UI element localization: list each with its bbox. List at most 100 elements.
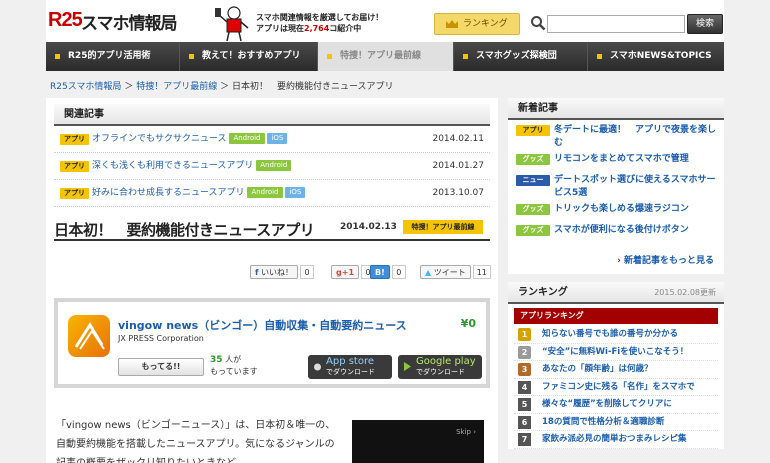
ranking-title: 知らない番号でも誰の番号か分かる bbox=[542, 329, 679, 339]
new-article-item[interactable]: アプリ 冬デートに最適！ アプリで夜景を楽しむ bbox=[514, 124, 718, 150]
main-content: 関連記事 アプリ オフラインでもサクサクニュース Android iOS 201… bbox=[46, 98, 498, 463]
related-title[interactable]: オフラインでもサクサクニュース Android iOS bbox=[92, 126, 288, 153]
goods-tag: グッズ bbox=[516, 204, 550, 215]
nav-item-recommended-apps[interactable]: 教えて！おすすめアプリ bbox=[180, 42, 318, 71]
facebook-like[interactable]: f いいね！ 0 bbox=[250, 265, 315, 279]
related-date: 2014.01.27 bbox=[432, 161, 484, 171]
article-title: 日本初！ 要約機能付きニュースアプリ bbox=[54, 221, 315, 239]
logo-text[interactable]: スマホ情報局 bbox=[81, 9, 177, 34]
hatena-label: B! bbox=[375, 268, 385, 277]
search-icon bbox=[531, 16, 546, 31]
ranking-heading-label: ランキング bbox=[518, 287, 568, 298]
breadcrumb-current: 日本初！ 要約機能付きニュースアプリ bbox=[231, 82, 394, 92]
rank-badge: 2 bbox=[518, 345, 531, 359]
nav-bullet-icon bbox=[189, 54, 194, 59]
breadcrumb-separator: ＞ bbox=[220, 82, 232, 92]
app-ranking-tab[interactable]: アプリランキング bbox=[514, 308, 718, 324]
related-date: 2014.02.11 bbox=[432, 134, 484, 144]
rank-badge: 5 bbox=[518, 398, 531, 411]
ios-tag: iOS bbox=[285, 187, 306, 198]
title-divider bbox=[54, 239, 490, 241]
owners-count: 35 人が もっています bbox=[210, 354, 258, 378]
new-articles-box: 新着記事 アプリ 冬デートに最適！ アプリで夜景を楽しむ グッズ リモコンをまとめて… bbox=[508, 98, 724, 274]
new-article-item[interactable]: グッズ トリックも楽しめる爆速ラジコン bbox=[514, 203, 718, 221]
site-tagline: スマホ関連情報を厳選してお届け！ アプリは現在2,764コ紹介中 bbox=[256, 12, 383, 34]
ranking-title: ファミコン史に残る「名作」をスマホで bbox=[542, 381, 695, 392]
gplay-label: Google play bbox=[416, 356, 476, 367]
nav-bullet-icon bbox=[597, 54, 602, 59]
nav-item-r25-app-tips[interactable]: R25的アプリ活用術 bbox=[46, 42, 180, 71]
ranking-item[interactable]: 3 あなたの「顔年齢」は何歳？ bbox=[514, 361, 718, 379]
rank-badge: 1 bbox=[518, 328, 531, 341]
ranking-item[interactable]: 1 知らない番号でも誰の番号か分かる bbox=[514, 326, 718, 344]
breadcrumb-home[interactable]: R25スマホ情報局 bbox=[50, 82, 121, 92]
android-tag: Android bbox=[247, 187, 283, 198]
ranking-button[interactable]: ランキング bbox=[434, 13, 520, 35]
ranking-item[interactable]: 7 家飲み派必見の簡単おつまみレシピ集 bbox=[514, 431, 718, 449]
app-name[interactable]: vingow news（ビンゴー）自動収集・自動要約ニュース bbox=[118, 317, 407, 333]
related-row[interactable]: アプリ オフラインでもサクサクニュース Android iOS 2014.02.… bbox=[54, 126, 490, 153]
facebook-like-button[interactable]: f いいね！ bbox=[250, 265, 299, 279]
owners-line2: もっています bbox=[210, 367, 258, 376]
apple-icon bbox=[314, 363, 321, 371]
ranking-heading: ランキング 2015.02.08更新 bbox=[508, 282, 724, 304]
hatena-bookmark[interactable]: B! 0 bbox=[370, 265, 406, 279]
related-row[interactable]: アプリ 好みに合わせ成長するニュースアプリ Android iOS 2013.1… bbox=[54, 180, 490, 207]
tweet-button[interactable]: ▲ ツイート bbox=[420, 265, 471, 279]
nav-item-goods[interactable]: スマホグッズ探検団 bbox=[454, 42, 588, 71]
google-plus-button[interactable]: g+1 bbox=[331, 265, 360, 279]
tagline-suffix: コ紹介中 bbox=[329, 24, 362, 33]
app-icon[interactable] bbox=[68, 315, 110, 357]
sidebar: 新着記事 アプリ 冬デートに最適！ アプリで夜景を楽しむ グッズ リモコンをまとめて… bbox=[508, 98, 724, 463]
app-tag: アプリ bbox=[60, 188, 89, 199]
ranking-item[interactable]: 2 “安全”に無料Wi-Fiを使いこなそう！ bbox=[514, 344, 718, 361]
arrow-right-icon: › bbox=[617, 256, 621, 266]
breadcrumb-separator: ＞ bbox=[124, 82, 137, 92]
category-badge[interactable]: 特捜！アプリ最前線 bbox=[403, 220, 483, 234]
tagline-prefix: アプリは現在 bbox=[256, 24, 304, 33]
ranking-item[interactable]: 4 ファミコン史に残る「名作」をスマホで bbox=[514, 379, 718, 396]
rank-badge: 4 bbox=[518, 380, 531, 394]
video-skip[interactable]: Skip › bbox=[456, 428, 476, 436]
nav-item-news-topics[interactable]: スマホNEWS&TOPICS bbox=[588, 42, 724, 71]
related-title[interactable]: 好みに合わせ成長するニュースアプリ Android iOS bbox=[92, 180, 306, 207]
video-ad[interactable]: Skip › bbox=[352, 420, 484, 463]
ranking-item[interactable]: 5 様々な“履歴”を削除してクリアに bbox=[514, 396, 718, 414]
have-it-button[interactable]: もってる!! bbox=[118, 358, 204, 376]
nav-item-app-frontline[interactable]: 特捜！アプリ最前線 bbox=[318, 42, 454, 71]
new-article-title: デートスポット選びに使えるスマホサービス5選 bbox=[554, 175, 716, 198]
logo-r25[interactable]: R25 bbox=[48, 9, 83, 32]
owners-number: 35 bbox=[210, 355, 223, 365]
breadcrumb-category[interactable]: 特捜！アプリ最前線 bbox=[136, 82, 217, 92]
owners-unit: 人が bbox=[225, 355, 242, 364]
new-articles-heading: 新着記事 bbox=[508, 98, 724, 120]
ranking-title: 様々な“履歴”を削除してクリアに bbox=[542, 399, 672, 409]
main-nav: R25的アプリ活用術 教えて！おすすめアプリ 特捜！アプリ最前線 スマホグッズ探… bbox=[46, 42, 724, 71]
more-link-label: 新着記事をもっと見る bbox=[623, 256, 714, 266]
nav-bullet-icon bbox=[463, 54, 468, 59]
ranking-box: ランキング 2015.02.08更新 アプリランキング 1 知らない番号でも誰の番… bbox=[508, 282, 724, 449]
google-play-icon bbox=[404, 362, 411, 371]
google-play-download-button[interactable]: Google play でダウンロード bbox=[398, 355, 482, 379]
twitter-bird-icon: ▲ bbox=[425, 268, 432, 277]
app-tag: アプリ bbox=[516, 125, 550, 136]
page: R25 スマホ情報局 スマホ関連情報を厳選してお届け！ アプリは現在2,764コ… bbox=[0, 0, 770, 463]
tagline-line2: アプリは現在2,764コ紹介中 bbox=[256, 23, 383, 34]
new-article-item[interactable]: グッズ スマホが便利になる後付けボタン bbox=[514, 224, 718, 242]
tweet[interactable]: ▲ ツイート 11 bbox=[420, 265, 491, 279]
search-input[interactable] bbox=[547, 15, 685, 33]
app-count: 2,764 bbox=[304, 24, 330, 33]
rank-badge: 7 bbox=[518, 433, 531, 446]
related-title[interactable]: 深くも浅くも利用できるニュースアプリ Android bbox=[92, 153, 292, 180]
more-new-articles-link[interactable]: › 新着記事をもっと見る bbox=[508, 249, 724, 274]
goods-tag: グッズ bbox=[516, 225, 550, 236]
hatena-button[interactable]: B! bbox=[370, 265, 390, 279]
ranking-item[interactable]: 6 18の質問で性格分析＆適職診断 bbox=[514, 414, 718, 431]
appstore-sub: でダウンロード bbox=[326, 368, 375, 376]
new-article-item[interactable]: ニュース デートスポット選びに使えるスマホサービス5選 bbox=[514, 174, 718, 200]
app-store-download-button[interactable]: App store でダウンロード bbox=[308, 355, 392, 379]
new-article-item[interactable]: グッズ リモコンをまとめてスマホで管理 bbox=[514, 153, 718, 171]
related-row[interactable]: アプリ 深くも浅くも利用できるニュースアプリ Android 2014.01.2… bbox=[54, 153, 490, 180]
search-button[interactable]: 検索 bbox=[687, 14, 723, 34]
google-plus[interactable]: g+1 0 bbox=[331, 265, 376, 279]
